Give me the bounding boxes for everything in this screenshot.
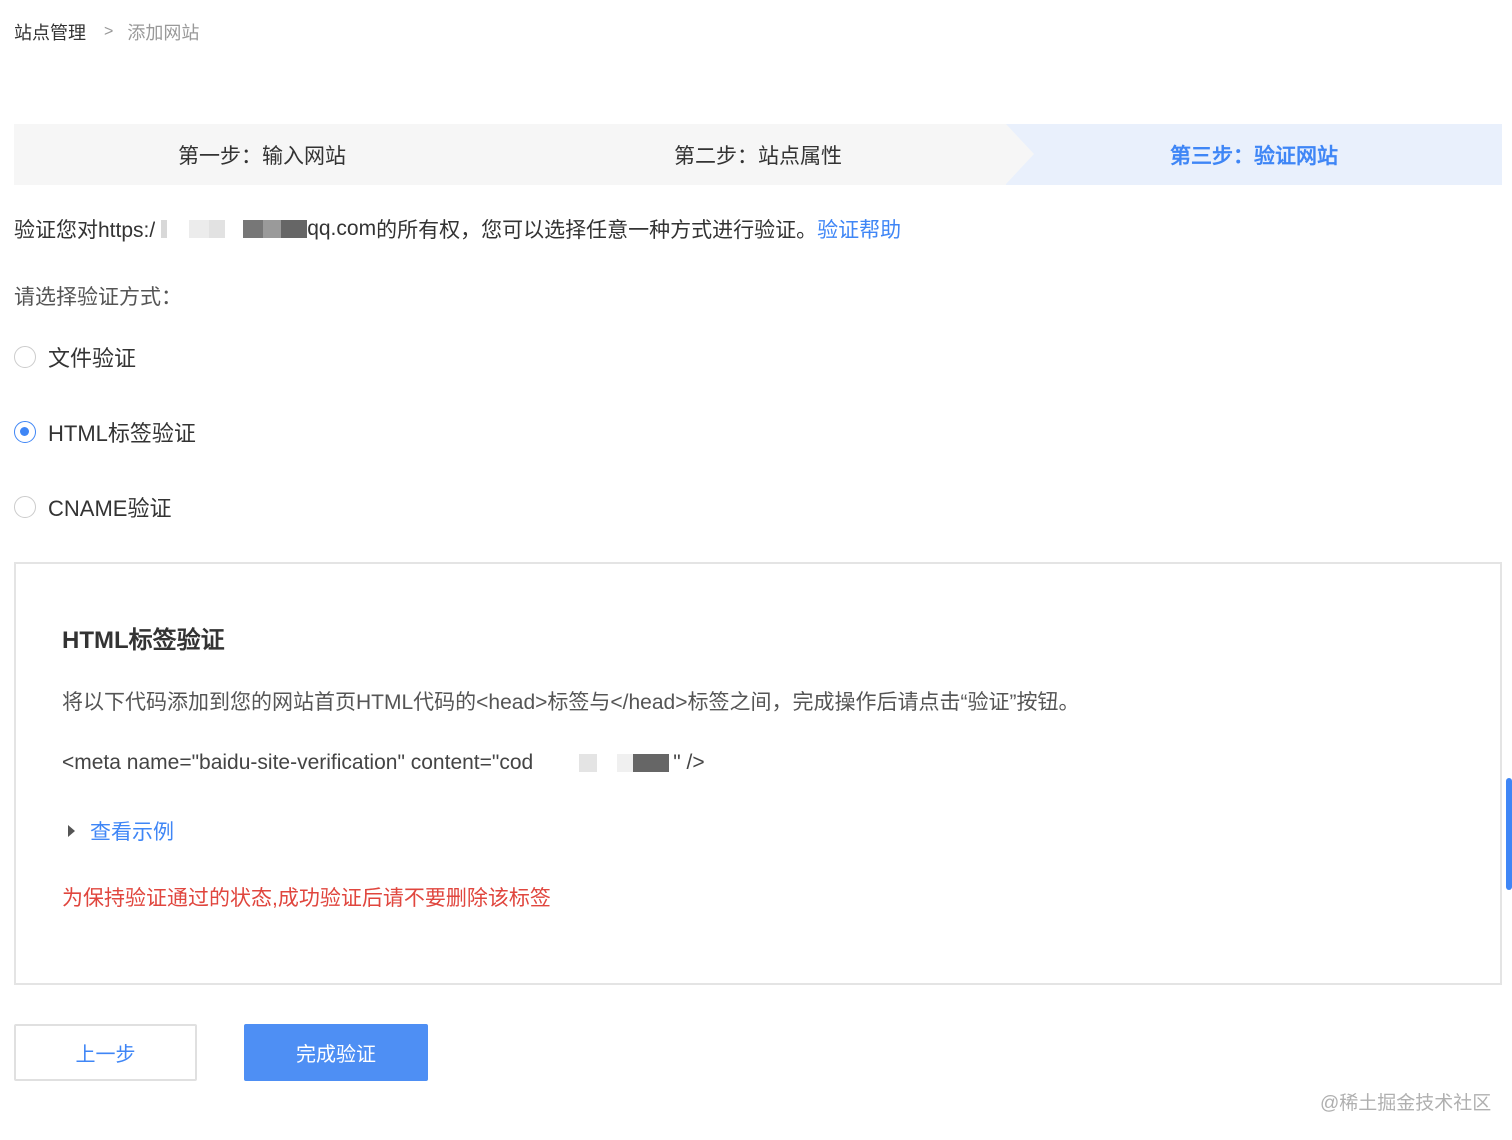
method-option-html-tag[interactable]: HTML标签验证 [14,416,196,448]
step-3-active: 第三步：验证网站 [1006,124,1502,185]
html-tag-verification-panel: HTML标签验证 将以下代码添加到您的网站首页HTML代码的<head>标签与<… [14,562,1502,985]
step-3-label: 第三步：验证网站 [1170,144,1338,168]
method-option-label: 文件验证 [48,346,137,371]
verification-help-link[interactable]: 验证帮助 [817,214,901,244]
caret-right-icon [68,825,75,837]
breadcrumb: 站点管理 > 添加网站 [14,20,199,44]
method-option-label: CNAME验证 [48,496,172,521]
redacted-code-mask [533,754,674,772]
step-1: 第一步：输入网站 [14,124,510,185]
warning-message: 为保持验证通过的状态,成功验证后请不要删除该标签 [62,887,551,910]
previous-step-button[interactable]: 上一步 [14,1024,197,1081]
verification-meta-code[interactable]: <meta name="baidu-site-verification" con… [62,751,705,775]
step-2-label: 第二步：站点属性 [674,144,842,168]
panel-title: HTML标签验证 [62,627,225,654]
breadcrumb-current: 添加网站 [127,23,200,43]
intro-domain-suffix: qq.com [307,217,377,240]
radio-unchecked-icon[interactable] [14,346,36,368]
step-arrow-shape [1006,124,1034,184]
radio-checked-icon[interactable] [14,421,36,443]
step-progress-bar: 第一步：输入网站 第二步：站点属性 第三步：验证网站 [14,124,1502,185]
step-1-label: 第一步：输入网站 [178,144,346,168]
method-option-cname[interactable]: CNAME验证 [14,491,171,523]
code-suffix: " /> [673,751,705,774]
step-2: 第二步：站点属性 [510,124,1034,185]
watermark-text: @稀土掘金技术社区 [1320,1093,1492,1114]
scrollbar-thumb[interactable] [1506,778,1512,890]
finish-verification-button[interactable]: 完成验证 [244,1024,428,1081]
view-example-toggle[interactable]: 查看示例 [68,816,174,846]
choose-method-label: 请选择验证方式： [14,286,182,309]
method-option-label: HTML标签验证 [48,421,196,446]
intro-suffix: 的所有权，您可以选择任意一种方式进行验证。 [376,219,818,242]
method-option-file[interactable]: 文件验证 [14,341,136,373]
chevron-right-icon: > [104,23,114,40]
view-example-link[interactable]: 查看示例 [90,816,174,846]
verification-intro: 验证您对https:/ qq.com 的所有权，您可以选择任意一种方式进行验证。… [14,213,901,245]
breadcrumb-root-link[interactable]: 站点管理 [14,19,86,45]
panel-description: 将以下代码添加到您的网站首页HTML代码的<head>标签与</head>标签之… [62,691,1080,714]
intro-prefix: 验证您对https:/ [14,219,156,242]
code-prefix: <meta name="baidu-site-verification" con… [62,751,534,774]
radio-unchecked-icon[interactable] [14,496,36,518]
redacted-domain-mask [155,220,308,238]
